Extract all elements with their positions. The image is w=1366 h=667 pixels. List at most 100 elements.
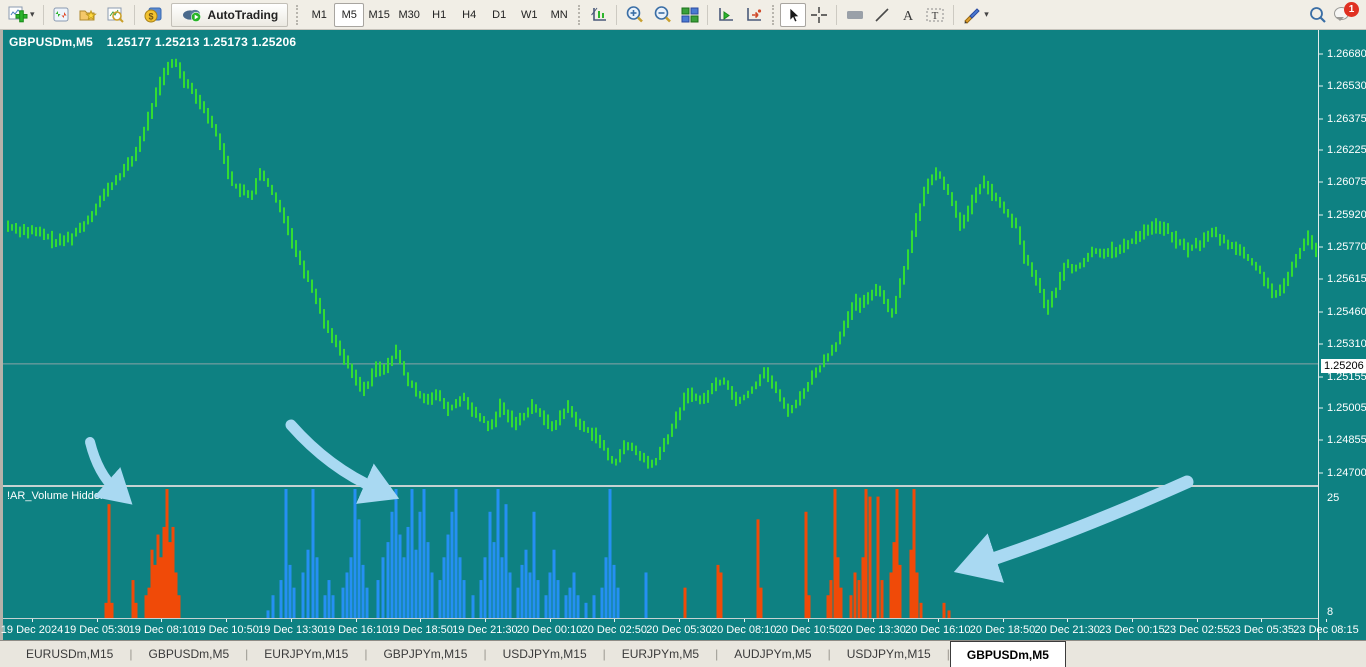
toolbar: ▾ $ AutoTrading M1 M5 M15 M30 H1 H4 D1 W… — [0, 0, 1366, 30]
toolbar-grip[interactable] — [296, 4, 300, 25]
time-axis-label: 19 Dec 2024 — [0, 624, 64, 636]
chart-tab-eurjpym-m5[interactable]: EURJPYm,M5 — [606, 641, 715, 667]
volume-scale-top: 25 — [1327, 492, 1340, 504]
auto-scroll-button[interactable] — [712, 3, 740, 27]
toolbar-grip[interactable] — [772, 4, 776, 25]
chart-tab-bar: EURUSDm,M15 | GBPUSDm,M5 | EURJPYm,M15 | GBPJP… — [0, 640, 1366, 667]
time-axis-label: 19 Dec 05:30 — [63, 624, 130, 636]
favorites-button[interactable] — [74, 3, 102, 27]
price-axis-label: 1.24855 — [1327, 434, 1366, 447]
timeframe-m1[interactable]: M1 — [304, 3, 334, 27]
chart-tab-audjpym-m5[interactable]: AUDJPYm,M5 — [718, 641, 827, 667]
price-axis-tick — [1319, 214, 1323, 216]
chevron-down-icon: ▾ — [984, 9, 989, 19]
price-axis-label: 1.26680 — [1327, 48, 1366, 60]
notifications-button[interactable]: 1 — [1334, 1, 1359, 23]
timeframe-mn[interactable]: MN — [544, 3, 574, 27]
time-axis-label: 20 Dec 08:10 — [710, 624, 777, 636]
profiles-button[interactable] — [48, 3, 74, 27]
chart-tab-gbpjpym-m15[interactable]: GBPJPYm,M15 — [367, 641, 483, 667]
time-axis-tick — [614, 619, 616, 622]
zoom-in-button[interactable] — [621, 3, 649, 27]
time-axis-tick — [679, 619, 680, 622]
time-axis-tick — [873, 619, 875, 622]
price-axis-label: 1.25920 — [1327, 208, 1366, 221]
timeframe-d1[interactable]: D1 — [484, 3, 514, 27]
zoom-out-icon — [654, 6, 672, 23]
time-axis-label: 20 Dec 05:30 — [646, 624, 712, 636]
time-axis-label: 20 Dec 18:50 — [969, 624, 1036, 636]
time-axis[interactable]: 19 Dec 2024 19 Dec 05:30 19 Dec 08:10 19 De… — [0, 619, 1366, 640]
trendline-tool-button[interactable] — [869, 3, 895, 27]
time-axis-label: 20 Dec 13:30 — [840, 624, 906, 636]
timeframe-m15[interactable]: M15 — [364, 3, 394, 27]
time-axis-tick — [161, 619, 163, 622]
time-axis-label: 23 Dec 02:55 — [1163, 624, 1230, 636]
zoom-out-button[interactable] — [649, 3, 677, 27]
search-button[interactable] — [1304, 3, 1332, 27]
tile-windows-button[interactable] — [677, 3, 703, 27]
pane-separator[interactable] — [3, 485, 1319, 487]
price-axis-label: 1.26375 — [1327, 112, 1366, 125]
bar-chart-style-button[interactable] — [586, 3, 612, 27]
timeframe-m30[interactable]: M30 — [394, 3, 424, 27]
chevron-down-icon: ▾ — [30, 9, 35, 19]
timeframe-m5[interactable]: M5 — [334, 2, 365, 27]
time-axis-label: 23 Dec 08:15 — [1293, 624, 1359, 636]
tile-windows-icon — [681, 7, 699, 22]
time-axis-label: 20 Dec 00:10 — [516, 624, 583, 636]
time-axis-label: 20 Dec 16:10 — [905, 624, 971, 636]
text-label-icon: T — [926, 8, 944, 22]
time-axis-label: 20 Dec 02:50 — [581, 624, 648, 636]
chart-ohlc-quote: 1.25177 1.25213 1.25173 1.25206 — [106, 35, 297, 49]
time-axis-label: 19 Dec 08:10 — [128, 624, 195, 636]
new-order-button[interactable]: $ — [139, 3, 167, 27]
chart-tab-gbpusdm-m5-active[interactable]: GBPUSDm,M5 — [949, 641, 1066, 667]
price-axis-label: 1.25310 — [1327, 337, 1366, 350]
template-button[interactable] — [102, 3, 130, 27]
cursor-tool-button[interactable] — [780, 2, 807, 27]
timeframe-h4[interactable]: H4 — [454, 3, 484, 27]
chart-tab-eurjpym-m15[interactable]: EURJPYm,M15 — [248, 641, 364, 667]
timeframe-w1[interactable]: W1 — [514, 3, 544, 27]
text-tool-button[interactable]: A — [895, 3, 921, 27]
volume-pane[interactable] — [3, 488, 1318, 618]
time-axis-label: 20 Dec 21:30 — [1034, 624, 1100, 636]
rectangle-tool-button[interactable] — [841, 3, 869, 27]
color-pencils-icon — [964, 7, 980, 24]
price-axis-tick — [1319, 376, 1323, 378]
price-axis-tick — [1319, 149, 1323, 151]
chart-tab-eurusdm-m15[interactable]: EURUSDm,M15 — [10, 641, 129, 667]
toolbar-grip[interactable] — [578, 4, 582, 25]
chart-tab-usdjpym-m15[interactable]: USDJPYm,M15 — [831, 641, 947, 667]
time-axis-tick — [743, 619, 745, 622]
chart-tab-usdjpym-m15[interactable]: USDJPYm,M15 — [487, 641, 603, 667]
price-axis-label: 1.25005 — [1327, 402, 1366, 415]
time-axis-tick — [32, 619, 33, 622]
price-axis-label: 1.24700 — [1327, 467, 1366, 479]
volume-scale-bottom: 8 — [1327, 606, 1334, 618]
price-axis-label: 1.26225 — [1327, 144, 1366, 157]
crosshair-tool-button[interactable] — [806, 3, 832, 27]
time-axis-label: 23 Dec 00:15 — [1099, 624, 1165, 636]
price-pane[interactable] — [3, 30, 1318, 485]
chart-tab-gbpusdm-m5[interactable]: GBPUSDm,M5 — [132, 641, 245, 667]
toolbar-separator — [707, 4, 709, 25]
chart-shift-button[interactable] — [740, 3, 768, 27]
time-axis-tick — [226, 619, 228, 622]
time-axis-tick — [290, 619, 292, 622]
timeframe-h1[interactable]: H1 — [424, 3, 454, 27]
autotrading-button[interactable]: AutoTrading — [170, 2, 289, 27]
time-axis-tick — [937, 619, 939, 622]
time-axis-label: 19 Dec 13:30 — [258, 624, 324, 636]
svg-text:A: A — [903, 9, 914, 24]
price-axis-tick — [1319, 278, 1323, 280]
text-label-tool-button[interactable]: T — [921, 3, 949, 27]
new-chart-button[interactable]: ▾ — [4, 3, 39, 27]
indicator-styles-button[interactable]: ▾ — [958, 3, 993, 27]
price-axis-tick — [1319, 407, 1323, 409]
time-axis-label: 20 Dec 10:50 — [775, 624, 842, 636]
time-axis-label: 23 Dec 05:35 — [1228, 624, 1295, 636]
auto-scroll-icon — [719, 7, 734, 21]
price-axis[interactable]: 1.26680 1.26530 1.26375 1.26225 1.26075 1.259… — [1318, 30, 1366, 640]
